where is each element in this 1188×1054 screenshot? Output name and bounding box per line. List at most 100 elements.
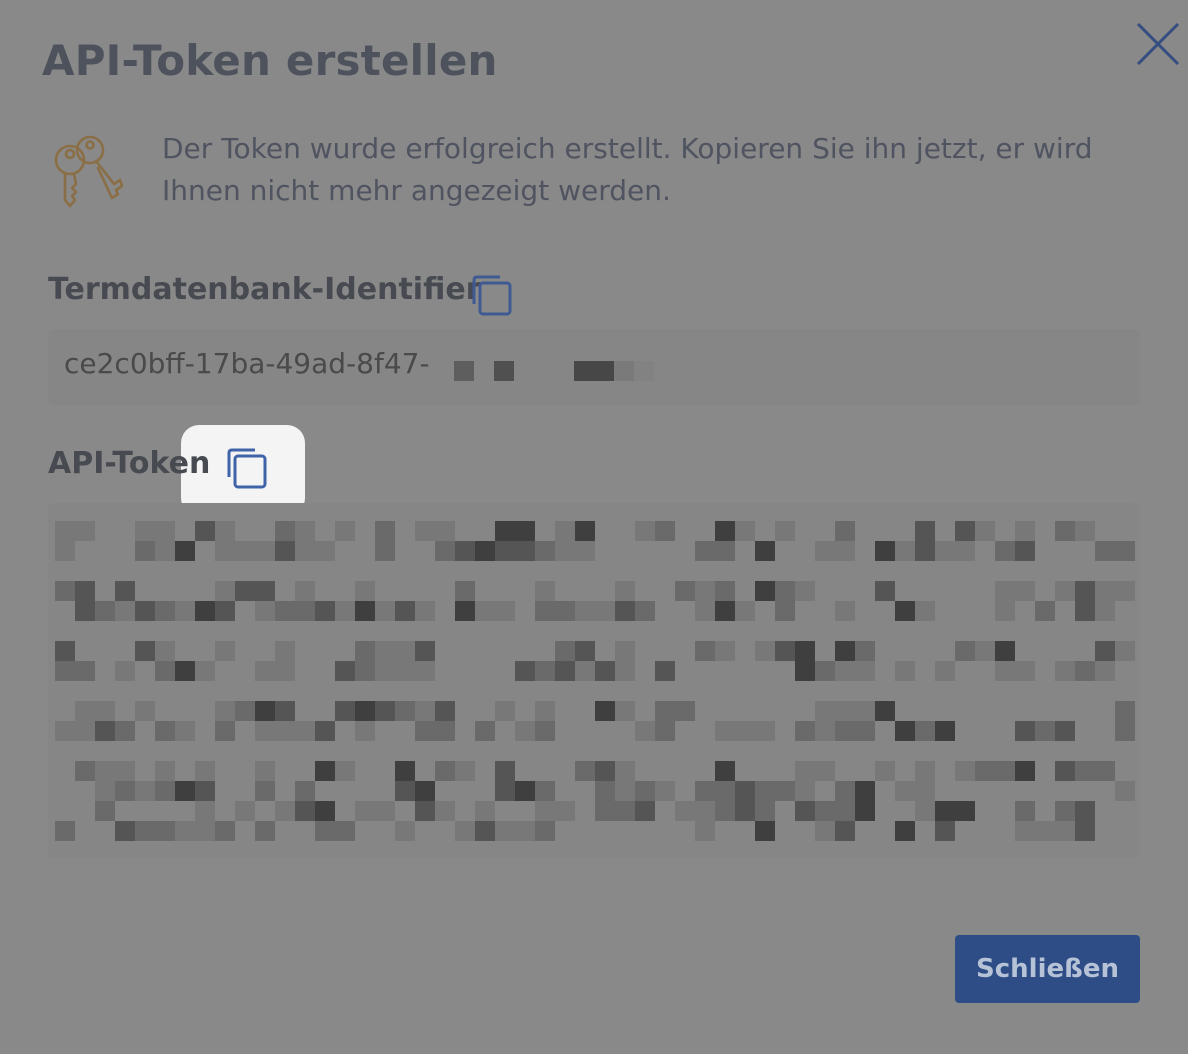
redacted-cell	[175, 721, 195, 741]
close-dialog-button[interactable]	[1134, 20, 1182, 68]
redacted-cell	[955, 801, 975, 821]
redacted-cell	[1055, 521, 1075, 541]
redacted-cell	[835, 521, 855, 541]
redacted-cell	[815, 701, 835, 721]
info-message: Der Token wurde erfolgreich erstellt. Ko…	[50, 128, 1140, 218]
redacted-cell	[775, 521, 795, 541]
redacted-cell	[1075, 521, 1095, 541]
redacted-cell	[135, 541, 155, 561]
redacted-cell	[155, 641, 175, 661]
redacted-cell	[175, 541, 195, 561]
redacted-cell	[1115, 641, 1135, 661]
api-token-field[interactable]	[48, 503, 1140, 858]
redacted-cell	[255, 541, 275, 561]
redacted-cell	[995, 541, 1015, 561]
copy-identifier-button[interactable]	[470, 274, 514, 322]
redacted-cell	[315, 761, 335, 781]
redacted-cell	[375, 601, 395, 621]
redacted-cell	[135, 701, 155, 721]
redacted-cell	[935, 821, 955, 841]
redacted-cell	[1035, 721, 1055, 741]
copy-icon	[227, 448, 267, 489]
redacted-cell	[55, 661, 75, 681]
redacted-cell	[495, 761, 515, 781]
redacted-cell	[195, 661, 215, 681]
redacted-cell	[295, 521, 315, 541]
redacted-cell	[295, 781, 315, 801]
redacted-cell	[1095, 641, 1115, 661]
redacted-cell	[435, 801, 455, 821]
redacted-cell	[455, 821, 475, 841]
redacted-cell	[715, 521, 735, 541]
redacted-cell	[55, 541, 75, 561]
redacted-cell	[435, 541, 455, 561]
redacted-cell	[1075, 761, 1095, 781]
redacted-cell	[935, 721, 955, 741]
redacted-cell	[735, 601, 755, 621]
redacted-cell	[455, 541, 475, 561]
redacted-cell	[995, 581, 1015, 601]
redacted-cell	[495, 821, 515, 841]
redacted-cell	[995, 761, 1015, 781]
redacted-cell	[95, 781, 115, 801]
redacted-cell	[955, 641, 975, 661]
redacted-cell	[75, 701, 95, 721]
redacted-cell	[935, 801, 955, 821]
redacted-cell	[395, 701, 415, 721]
redacted-cell	[595, 661, 615, 681]
redacted-cell	[95, 701, 115, 721]
redacted-cell	[435, 761, 455, 781]
redacted-cell	[275, 801, 295, 821]
redacted-block	[634, 361, 654, 381]
redacted-cell	[275, 661, 295, 681]
identifier-field[interactable]: ce2c0bff-17ba-49ad-8f47-	[48, 329, 1140, 405]
redacted-cell	[835, 601, 855, 621]
redacted-cell	[1115, 701, 1135, 721]
redacted-cell	[95, 721, 115, 741]
redacted-cell	[135, 821, 155, 841]
redacted-cell	[575, 661, 595, 681]
redacted-cell	[535, 661, 555, 681]
redacted-cell	[555, 801, 575, 821]
redacted-cell	[595, 701, 615, 721]
redacted-cell	[155, 781, 175, 801]
redacted-cell	[615, 661, 635, 681]
redacted-cell	[755, 821, 775, 841]
redacted-cell	[755, 581, 775, 601]
redacted-cell	[795, 801, 815, 821]
redacted-cell	[395, 661, 415, 681]
close-button[interactable]: Schließen	[955, 935, 1140, 1003]
redacted-cell	[215, 701, 235, 721]
redacted-cell	[435, 521, 455, 541]
redacted-cell	[175, 821, 195, 841]
redacted-cell	[95, 761, 115, 781]
redacted-cell	[615, 701, 635, 721]
redacted-cell	[355, 801, 375, 821]
redacted-cell	[515, 521, 535, 541]
redacted-cell	[415, 781, 435, 801]
redacted-cell	[595, 801, 615, 821]
redacted-cell	[55, 641, 75, 661]
redacted-cell	[815, 721, 835, 741]
redacted-cell	[535, 821, 555, 841]
redacted-cell	[215, 541, 235, 561]
redacted-cell	[795, 781, 815, 801]
redacted-cell	[755, 801, 775, 821]
redacted-cell	[895, 661, 915, 681]
redacted-cell	[1015, 521, 1035, 541]
redacted-cell	[835, 541, 855, 561]
redacted-cell	[95, 601, 115, 621]
redacted-cell	[255, 601, 275, 621]
redacted-cell	[895, 601, 915, 621]
redacted-cell	[1075, 821, 1095, 841]
redacted-cell	[695, 641, 715, 661]
redacted-cell	[815, 541, 835, 561]
success-message: Der Token wurde erfolgreich erstellt. Ko…	[162, 132, 1093, 207]
redacted-cell	[595, 601, 615, 621]
redacted-cell	[835, 801, 855, 821]
redacted-cell	[1015, 581, 1035, 601]
redacted-cell	[595, 781, 615, 801]
redacted-cell	[295, 541, 315, 561]
redacted-cell	[155, 821, 175, 841]
redacted-cell	[795, 661, 815, 681]
